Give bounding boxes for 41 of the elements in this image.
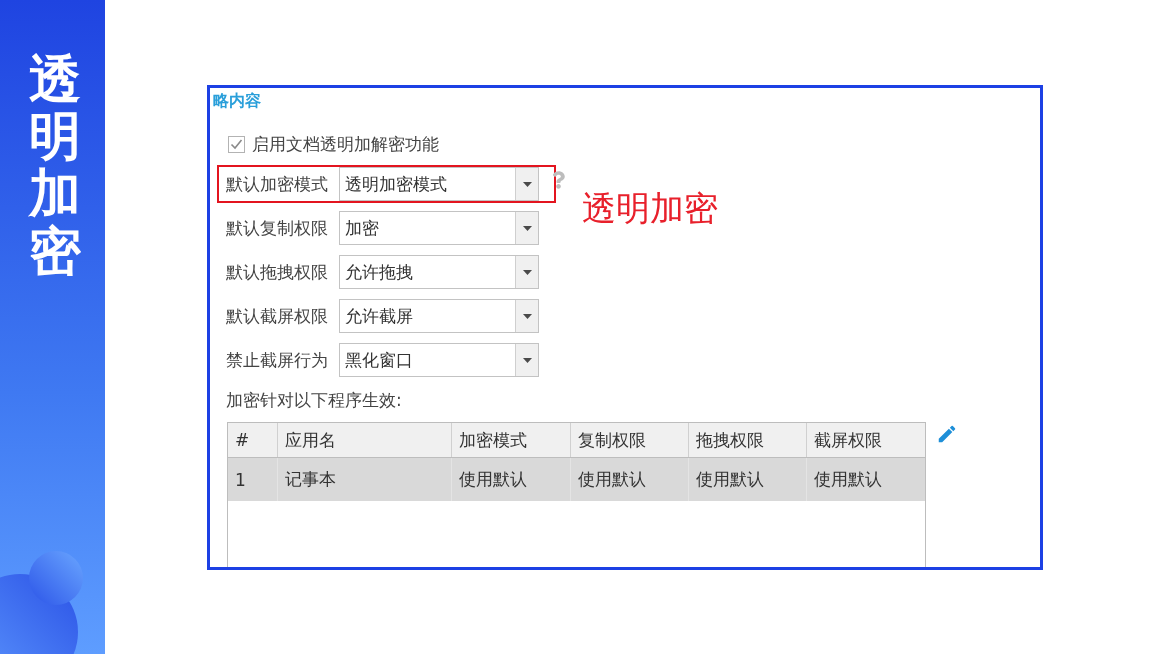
checkbox-label: 启用文档透明加解密功能: [252, 133, 439, 156]
field-label: 默认拖拽权限: [226, 260, 329, 284]
dropdown-field[interactable]: 加密: [339, 211, 539, 245]
caret-icon: [522, 225, 532, 231]
table-cell: 使用默认: [571, 458, 689, 501]
table-cell-text: 使用默认: [813, 468, 883, 491]
column-header: 应用名: [278, 423, 452, 457]
field-label: 默认截屏权限: [226, 304, 329, 328]
table-caption: 加密针对以下程序生效:: [226, 389, 402, 412]
dropdown-button[interactable]: [515, 256, 538, 288]
edit-icon[interactable]: [936, 423, 958, 445]
column-header: #: [228, 423, 278, 457]
help-icon[interactable]: [552, 170, 565, 190]
column-header: 拖拽权限: [689, 423, 807, 457]
dropdown-button[interactable]: [515, 344, 538, 376]
table-cell: 使用默认: [689, 458, 807, 501]
table-cell: 使用默认: [452, 458, 571, 501]
dropdown-field[interactable]: 允许拖拽: [339, 255, 539, 289]
table-row[interactable]: 1 记事本 使用默认 使用默认 使用默认 使用默认: [228, 458, 925, 501]
dropdown-button[interactable]: [515, 168, 538, 200]
caret-icon: [522, 181, 532, 187]
dropdown-field[interactable]: 黑化窗口: [339, 343, 539, 377]
column-header: 截屏权限: [813, 428, 883, 452]
dropdown-button[interactable]: [515, 212, 538, 244]
field-label: 禁止截屏行为: [226, 348, 329, 372]
caret-icon: [522, 357, 532, 363]
caret-icon: [522, 269, 532, 275]
dropdown-field[interactable]: 透明加密模式: [339, 167, 539, 201]
sidebar-title: 透明加密: [29, 51, 81, 280]
dropdown-button[interactable]: [515, 300, 538, 332]
section-title: 略内容: [213, 90, 261, 112]
caret-icon: [522, 313, 532, 319]
column-header: 加密模式: [452, 423, 571, 457]
field-label: 默认加密模式: [226, 172, 329, 196]
column-header: 复制权限: [571, 423, 689, 457]
table-cell: 1: [228, 458, 278, 501]
field-label: 默认复制权限: [226, 216, 329, 240]
annotation-label: 透明加密: [582, 188, 718, 228]
checkbox[interactable]: [228, 135, 245, 153]
table-cell: 记事本: [278, 458, 452, 501]
dropdown-field[interactable]: 允许截屏: [339, 299, 539, 333]
